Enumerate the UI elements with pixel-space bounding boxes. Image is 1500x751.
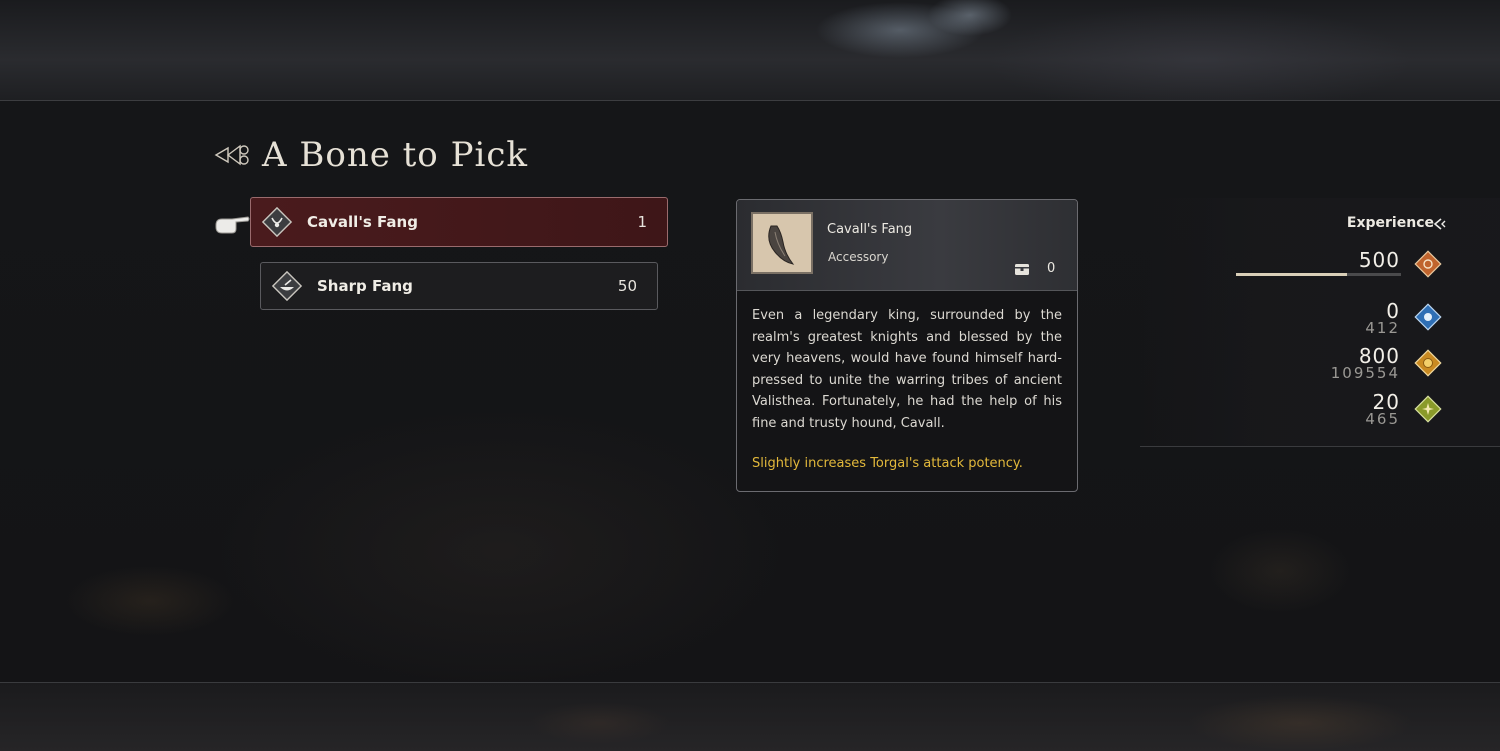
item-detail-type: Accessory [828, 250, 889, 264]
experience-progress-fill [1236, 273, 1347, 276]
fang-illustration-icon [768, 225, 795, 265]
item-detail-name: Cavall's Fang [827, 222, 913, 237]
renown-total: 465 [1365, 410, 1400, 428]
quest-title: A Bone to Pick [214, 132, 528, 178]
inventory-chest-icon [1015, 264, 1029, 275]
gil-icon [1414, 349, 1442, 377]
quest-rewards-panel: Experience [1140, 198, 1500, 447]
reward-item-sharp-fang[interactable]: Sharp Fang 50 [260, 262, 658, 310]
pointing-hand-cursor-icon [215, 216, 250, 234]
item-detail-panel: Cavall's Fang Accessory 0 Even a legenda… [736, 199, 1078, 492]
item-detail-header: Cavall's Fang Accessory 0 [737, 200, 1077, 291]
experience-label: Experience [1346, 215, 1434, 231]
reward-item-cavalls-fang[interactable]: Cavall's Fang 1 [250, 197, 668, 247]
gil-total: 109554 [1330, 364, 1400, 382]
arrow-left-icon [1433, 218, 1446, 230]
accessory-icon [261, 206, 293, 238]
ability-points-total: 412 [1365, 319, 1400, 337]
experience-value: 500 [1358, 248, 1400, 272]
owned-count: 0 [1047, 261, 1056, 276]
gil-reward: 800 109554 [1331, 346, 1400, 381]
item-name: Sharp Fang [317, 277, 413, 295]
item-quantity: 50 [617, 277, 637, 295]
renown-reward: 20 465 [1365, 392, 1400, 427]
ability-points-icon [1414, 303, 1442, 331]
gil-value: 800 [1358, 344, 1400, 368]
background-top [0, 0, 1500, 101]
experience-progress-bar [1236, 273, 1401, 276]
item-name: Cavall's Fang [307, 213, 418, 231]
experience-icon [1414, 250, 1442, 278]
quest-emblem-icon [214, 144, 249, 166]
ability-points-reward: 0 412 [1365, 301, 1400, 336]
item-quantity: 1 [637, 213, 647, 231]
item-description: Even a legendary king, surrounded by the… [752, 308, 1062, 431]
item-effect: Slightly increases Torgal's attack poten… [752, 456, 1023, 471]
item-thumbnail [751, 212, 813, 274]
quest-title-text: A Bone to Pick [262, 135, 528, 175]
background-bottom [0, 682, 1500, 751]
ability-points-value: 0 [1386, 299, 1400, 323]
renown-value: 20 [1372, 390, 1400, 414]
renown-icon [1414, 395, 1442, 423]
experience-reward: 500 [1359, 250, 1400, 270]
material-icon [271, 270, 303, 302]
